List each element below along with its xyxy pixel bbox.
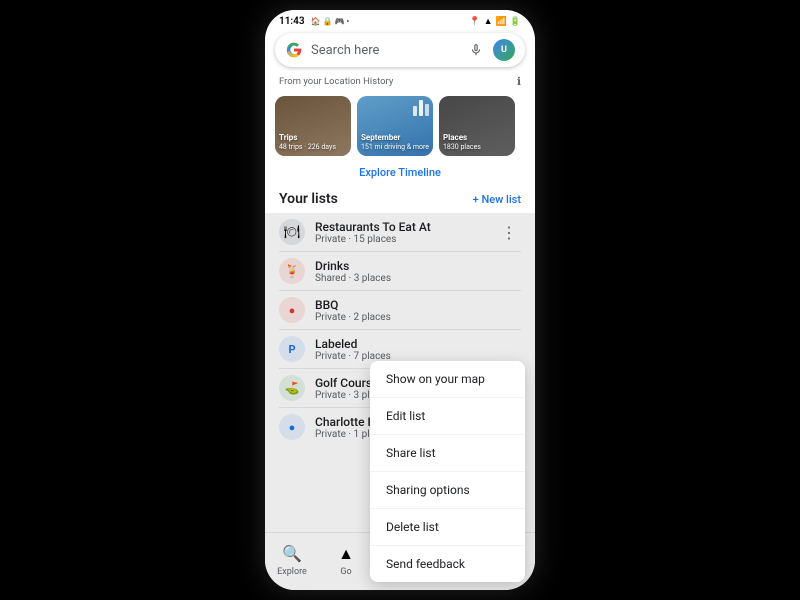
context-menu-show-on-map[interactable]: Show on your map: [370, 361, 525, 398]
status-time: 11:43 🏠 🔒 🎮 •: [279, 16, 349, 27]
explore-timeline-link[interactable]: Explore Timeline: [265, 162, 535, 187]
avatar[interactable]: U: [493, 39, 515, 61]
your-lists-header: Your lists + New list: [265, 187, 535, 213]
content-area: 🍽 Restaurants To Eat At Private · 15 pla…: [265, 213, 535, 590]
search-bar[interactable]: Search here U: [275, 33, 525, 67]
trips-card[interactable]: Trips 48 trips · 226 days: [275, 96, 351, 156]
battery-icon: 🔋: [510, 17, 521, 27]
google-logo: [285, 41, 303, 59]
context-menu-sharing-options[interactable]: Sharing options: [370, 472, 525, 509]
places-card[interactable]: Places 1830 places: [439, 96, 515, 156]
timeline-cards: Trips 48 trips · 226 days September 151: [265, 90, 535, 162]
wifi-icon: ▲: [484, 16, 493, 27]
context-menu-delete-list[interactable]: Delete list: [370, 509, 525, 546]
context-menu-share-list[interactable]: Share list: [370, 435, 525, 472]
september-card[interactable]: September 151 mi driving & more: [357, 96, 433, 156]
signal-icon: 📶: [496, 17, 507, 27]
context-menu-edit-list[interactable]: Edit list: [370, 398, 525, 435]
context-menu-send-feedback[interactable]: Send feedback: [370, 546, 525, 582]
new-list-button[interactable]: + New list: [473, 193, 521, 206]
notification-icons: 🏠 🔒 🎮 •: [311, 17, 350, 26]
time-display: 11:43: [279, 16, 305, 27]
location-history-bar: From your Location History ℹ: [265, 73, 535, 90]
location-history-label: From your Location History: [279, 76, 393, 87]
context-menu: Show on your map Edit list Share list Sh…: [370, 361, 525, 582]
mic-icon[interactable]: [465, 39, 487, 61]
location-icon: 📍: [469, 17, 480, 27]
your-lists-title: Your lists: [279, 191, 338, 207]
search-input[interactable]: Search here: [311, 43, 457, 58]
system-icons: 📍 ▲ 📶 🔋: [469, 16, 521, 27]
status-bar: 11:43 🏠 🔒 🎮 • 📍 ▲ 📶 🔋: [265, 10, 535, 29]
info-icon: ℹ: [517, 75, 521, 88]
